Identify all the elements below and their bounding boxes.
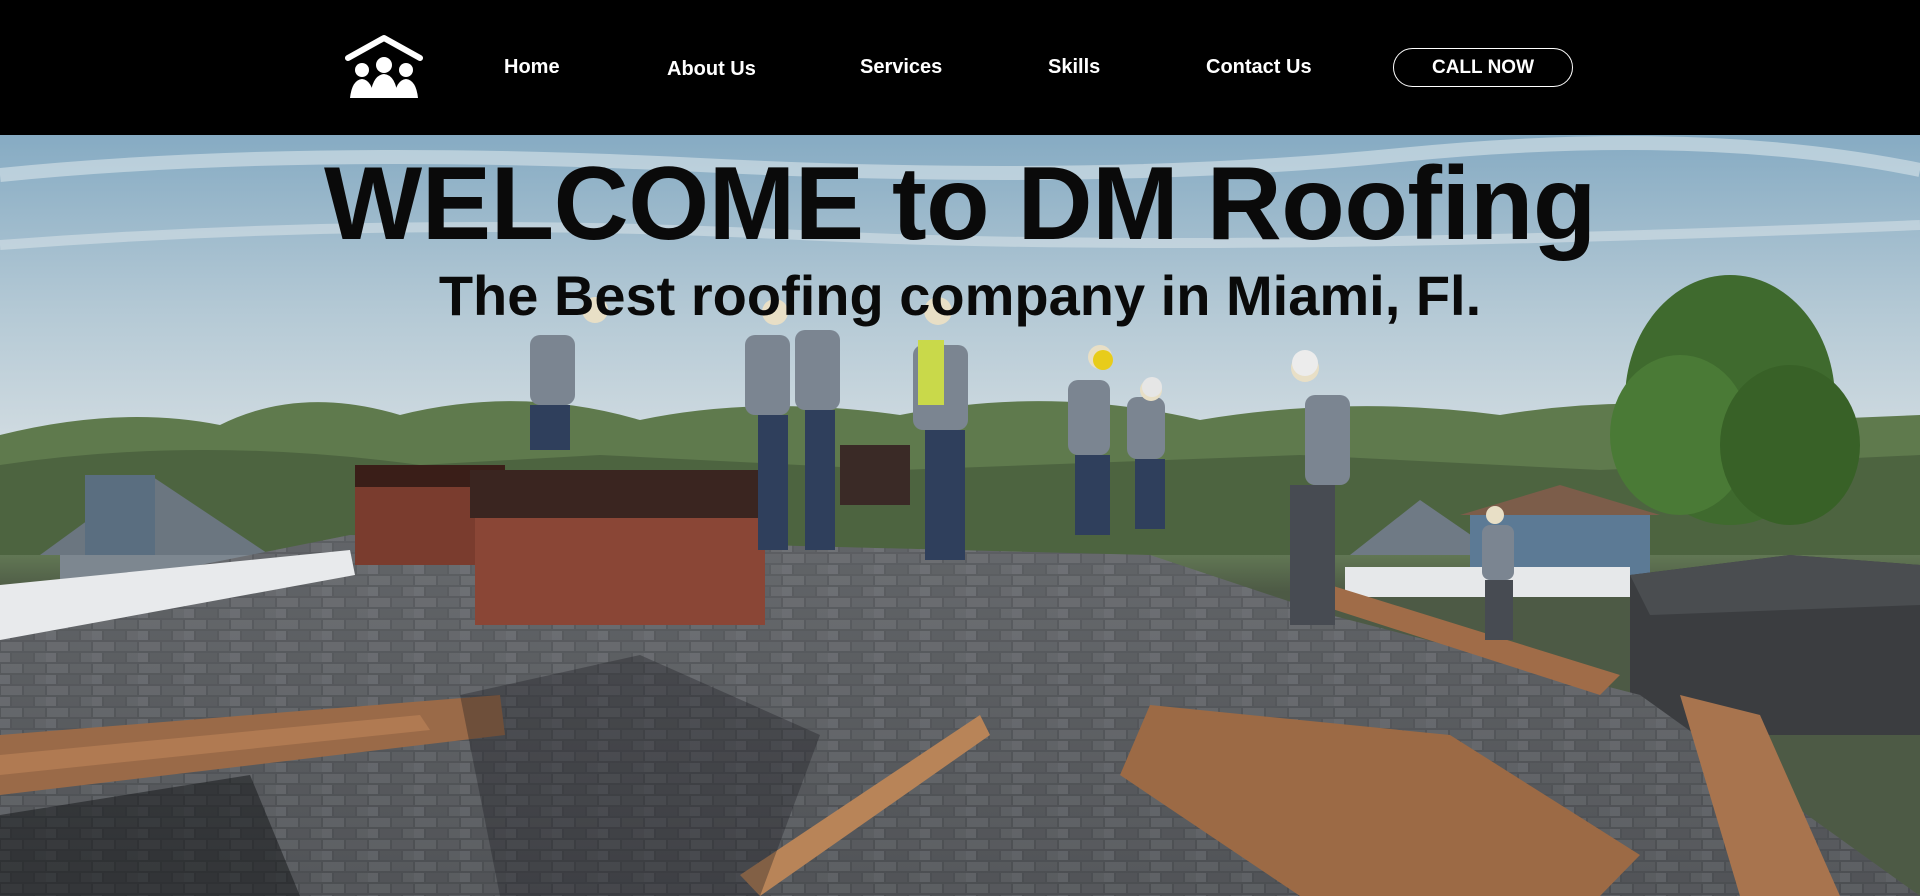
site-header: Home About Us Services Skills Contact Us… (0, 0, 1920, 135)
hero-subtitle: The Best roofing company in Miami, Fl. (438, 264, 1482, 327)
hero-section: WELCOME to DM Roofing The Best roofing c… (0, 135, 1920, 896)
nav-home-link[interactable]: Home (504, 56, 560, 79)
hero-title: WELCOME to DM Roofing (324, 146, 1596, 262)
nav-about-link[interactable]: About Us (667, 58, 756, 81)
nav-skills-link[interactable]: Skills (1048, 56, 1100, 79)
call-now-button[interactable]: CALL NOW (1393, 48, 1573, 87)
nav-services-link[interactable]: Services (860, 56, 942, 79)
nav-contact-link[interactable]: Contact Us (1206, 56, 1312, 79)
house-family-icon[interactable] (344, 34, 424, 100)
